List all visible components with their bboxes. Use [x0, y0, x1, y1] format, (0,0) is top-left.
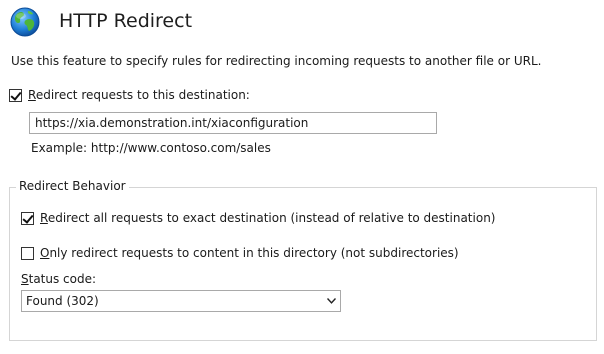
only-this-directory-checkbox[interactable]	[21, 246, 34, 260]
redirect-requests-checkbox-row[interactable]: Redirect requests to this destination:	[9, 88, 250, 102]
globe-icon	[9, 6, 41, 38]
feature-description: Use this feature to specify rules for re…	[11, 54, 542, 68]
status-code-selected-value: Found (302)	[26, 294, 99, 308]
page-title: HTTP Redirect	[59, 10, 193, 32]
only-this-directory-label: Only redirect requests to content in thi…	[40, 246, 459, 260]
status-code-label: Status code:	[21, 272, 97, 286]
http-redirect-page: HTTP Redirect Use this feature to specif…	[0, 0, 604, 354]
only-this-directory-row[interactable]: Only redirect requests to content in thi…	[21, 246, 459, 260]
redirect-exact-destination-checkbox[interactable]	[21, 211, 34, 225]
redirect-exact-destination-label: Redirect all requests to exact destinati…	[40, 211, 496, 225]
redirect-behavior-legend: Redirect Behavior	[16, 179, 129, 193]
destination-url-input[interactable]	[29, 112, 437, 134]
destination-example-text: Example: http://www.contoso.com/sales	[31, 141, 271, 155]
redirect-exact-destination-row[interactable]: Redirect all requests to exact destinati…	[21, 211, 495, 225]
chevron-down-icon[interactable]	[322, 291, 340, 311]
status-code-select[interactable]: Found (302)	[21, 290, 341, 312]
redirect-requests-checkbox[interactable]	[9, 88, 22, 102]
redirect-requests-label: Redirect requests to this destination:	[28, 88, 250, 102]
